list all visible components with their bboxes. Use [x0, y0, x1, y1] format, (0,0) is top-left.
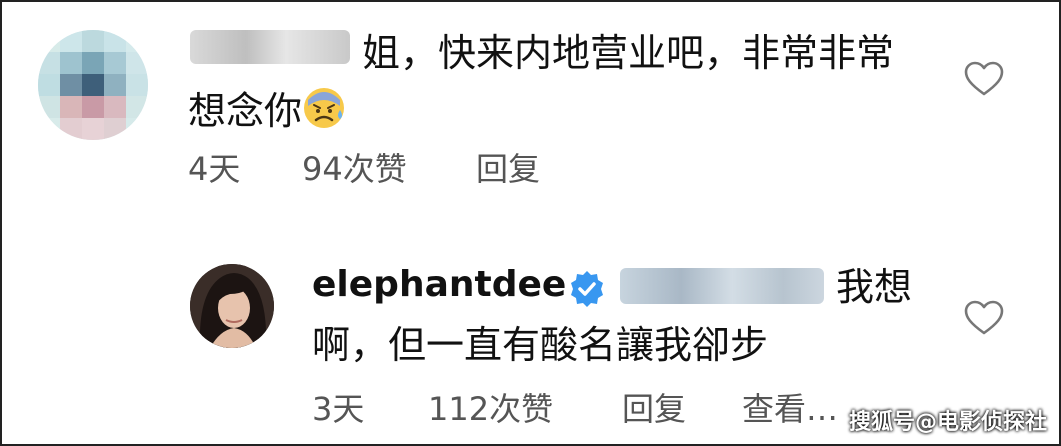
- watermark: 搜狐号@电影侦探社: [848, 410, 1047, 435]
- view-more-link[interactable]: 查看…: [742, 384, 838, 430]
- reply-age: 3天: [312, 390, 365, 428]
- reply-like-count[interactable]: 112次赞: [428, 384, 553, 430]
- verified-badge-icon: [571, 271, 603, 307]
- reply-reply-button[interactable]: 回复: [622, 384, 686, 430]
- comment-reply-button[interactable]: 回复: [476, 144, 540, 190]
- comment-age: 4天: [188, 150, 241, 188]
- anxious-sweat-face-icon: [304, 88, 345, 128]
- user-avatar[interactable]: [190, 264, 274, 348]
- comment-like-count[interactable]: 94次赞: [302, 144, 407, 190]
- blurred-mention[interactable]: [620, 268, 824, 304]
- like-heart-icon[interactable]: [964, 61, 1004, 97]
- reply-username[interactable]: elephantdee: [312, 264, 566, 305]
- blurred-avatar[interactable]: [38, 30, 148, 140]
- comment-body: 姐，快来内地营业吧，非常非常想念你: [188, 24, 928, 140]
- like-heart-icon[interactable]: [964, 300, 1004, 336]
- comment-text: 姐，快来内地营业吧，非常非常想念你: [188, 31, 895, 133]
- avatar-photo: [190, 264, 274, 348]
- comment-panel: 姐，快来内地营业吧，非常非常想念你 4天 94次赞 回复 我想啊，但一直有酸名讓…: [0, 0, 1061, 446]
